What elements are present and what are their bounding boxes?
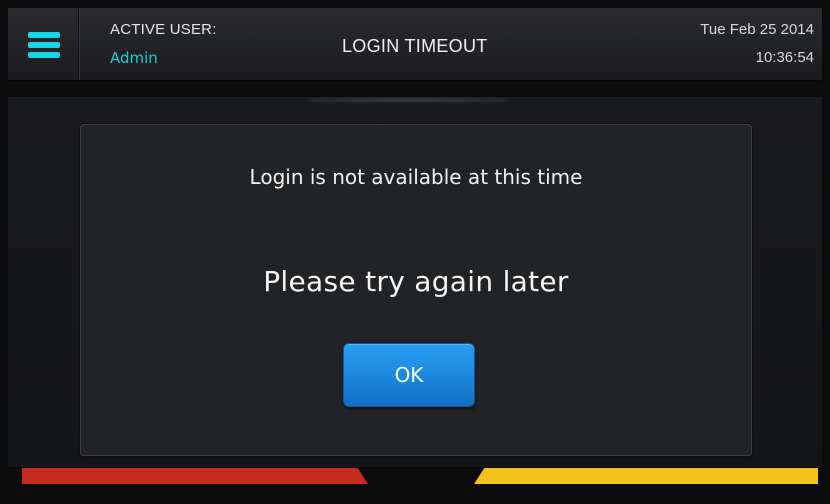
active-user-label: ACTIVE USER: [110,21,217,38]
header-bar: ACTIVE USER: Admin LOGIN TIMEOUT Tue Feb… [8,8,822,81]
active-user-name: Admin [110,49,158,67]
status-strip-yellow [474,468,818,484]
ok-button[interactable]: OK [343,343,475,407]
menu-button[interactable] [8,8,79,80]
content-sheen [308,97,508,103]
login-timeout-screen: ACTIVE USER: Admin LOGIN TIMEOUT Tue Feb… [0,0,830,504]
dialog-submessage: Please try again later [263,265,569,298]
login-timeout-dialog: Login is not available at this time Plea… [80,124,752,456]
hamburger-menu-icon [28,32,60,38]
dialog-message: Login is not available at this time [249,165,583,189]
hamburger-menu-icon [28,42,60,48]
current-time: 10:36:54 [755,49,814,66]
status-strip-red [22,468,368,484]
hamburger-menu-icon [28,52,60,58]
page-title: LOGIN TIMEOUT [342,36,488,56]
current-date: Tue Feb 25 2014 [700,21,814,38]
